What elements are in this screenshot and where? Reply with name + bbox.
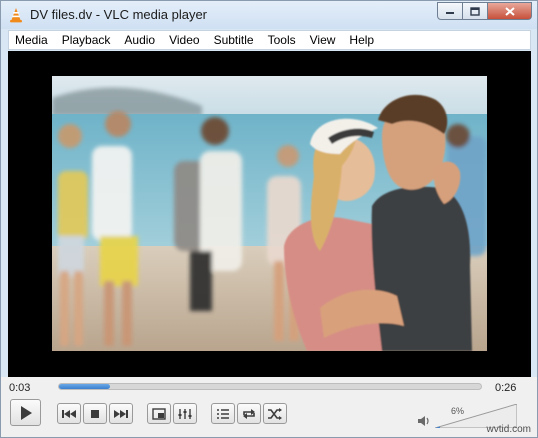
window-title: DV files.dv - VLC media player [30, 7, 208, 22]
menu-audio[interactable]: Audio [118, 33, 163, 47]
minimize-icon [446, 12, 454, 14]
menu-video[interactable]: Video [163, 33, 207, 47]
menu-help[interactable]: Help [343, 33, 382, 47]
seek-bar-progress [59, 384, 110, 389]
close-icon [504, 6, 515, 16]
stop-icon [91, 409, 99, 418]
extended-settings-button[interactable] [173, 403, 197, 424]
minimize-button[interactable] [437, 2, 463, 20]
watermark-text: wvtid.com [486, 424, 531, 435]
window-controls [437, 2, 532, 20]
menu-subtitle[interactable]: Subtitle [208, 33, 262, 47]
skip-forward-icon [114, 409, 128, 418]
play-icon [20, 405, 32, 420]
volume-percentage: 6% [451, 406, 465, 416]
close-button[interactable] [488, 2, 532, 20]
menu-tools[interactable]: Tools [262, 33, 304, 47]
menu-media[interactable]: Media [9, 33, 56, 47]
title-bar[interactable]: DV files.dv - VLC media player [1, 1, 537, 29]
shuffle-button[interactable] [263, 403, 287, 424]
menu-playback[interactable]: Playback [56, 33, 119, 47]
loop-button[interactable] [237, 403, 261, 424]
seek-bar[interactable] [58, 383, 482, 390]
vlc-window: DV files.dv - VLC media player Media Pla… [0, 0, 538, 438]
menu-bar: Media Playback Audio Video Subtitle Tool… [8, 30, 531, 50]
stop-button[interactable] [83, 403, 107, 424]
play-button[interactable] [10, 399, 41, 426]
skip-back-icon [62, 409, 76, 418]
video-display[interactable] [8, 51, 531, 377]
vlc-cone-icon [10, 8, 22, 23]
fullscreen-button[interactable] [147, 403, 171, 424]
previous-button[interactable] [57, 403, 81, 424]
speaker-icon[interactable] [417, 414, 431, 428]
equalizer-icon [178, 408, 192, 419]
next-button[interactable] [109, 403, 133, 424]
menu-view[interactable]: View [304, 33, 344, 47]
fullscreen-icon [152, 407, 166, 420]
elapsed-time: 0:03 [9, 382, 31, 394]
maximize-icon [470, 6, 480, 16]
video-frame-image [52, 76, 487, 351]
playlist-icon [217, 408, 229, 419]
loop-icon [243, 408, 255, 419]
playlist-button[interactable] [211, 403, 235, 424]
shuffle-icon [268, 407, 282, 420]
total-time: 0:26 [495, 382, 517, 394]
maximize-button[interactable] [463, 2, 488, 20]
